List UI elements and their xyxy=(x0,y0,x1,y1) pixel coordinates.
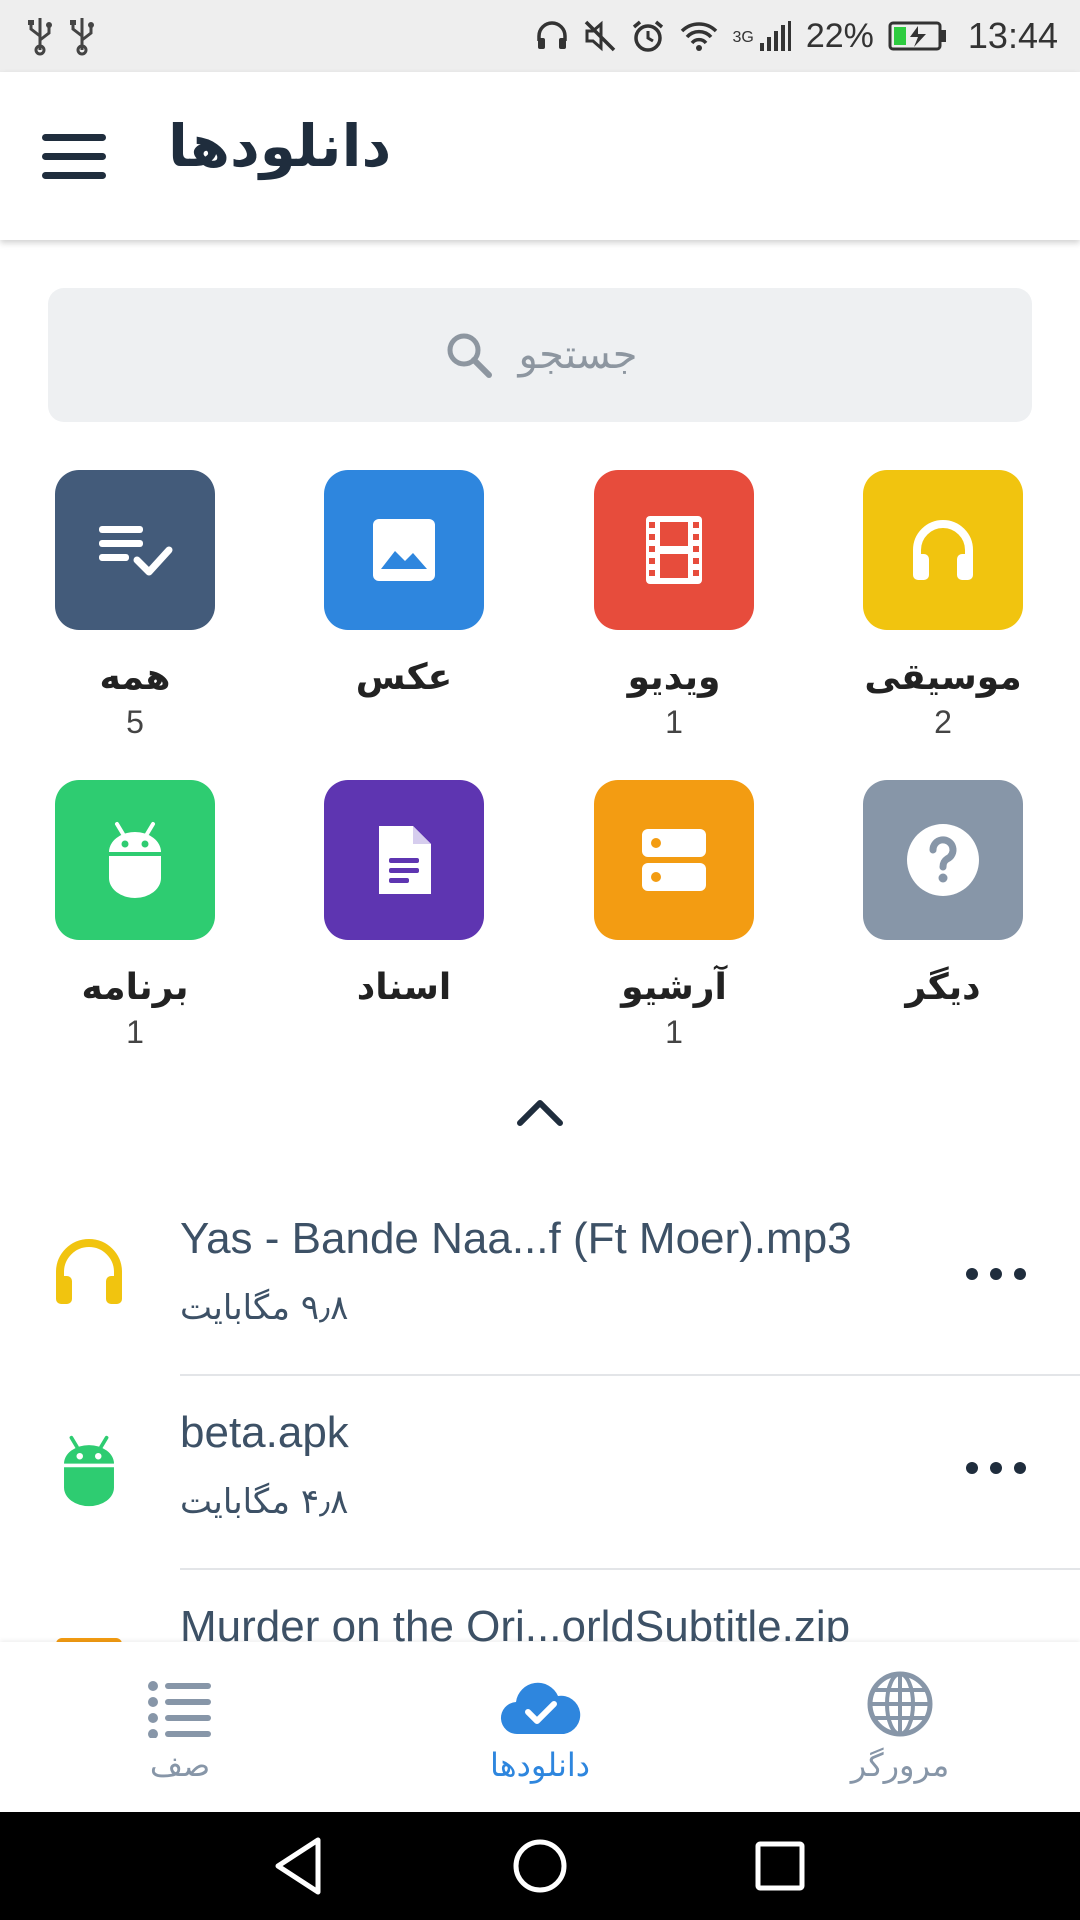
usb-icon xyxy=(28,18,52,56)
file-name: Yas - Bande Naa...f (Ft Moer).mp3 xyxy=(180,1214,852,1263)
nav-downloads[interactable]: دانلودها xyxy=(420,1642,660,1812)
collapse-categories-button[interactable] xyxy=(510,1090,570,1134)
category-tile[interactable] xyxy=(55,780,215,940)
archive-icon xyxy=(642,829,706,891)
alarm-icon xyxy=(632,20,663,52)
system-navigation-bar xyxy=(0,1812,1080,1920)
home-icon[interactable] xyxy=(508,1834,572,1898)
category-label: همه xyxy=(99,657,171,698)
category-label: برنامه xyxy=(81,967,189,1008)
category-apps[interactable]: برنامه 1 xyxy=(35,780,235,1052)
category-count xyxy=(304,1014,504,1052)
globe-icon xyxy=(867,1671,933,1737)
category-count: 2 xyxy=(934,704,952,740)
more-options-button[interactable] xyxy=(966,1448,1026,1488)
category-all[interactable]: همه 5 xyxy=(35,470,235,742)
battery-charging-icon xyxy=(888,21,946,51)
more-icon xyxy=(966,1268,978,1280)
battery-percent: 22% xyxy=(805,16,874,55)
list-check-icon xyxy=(99,526,173,576)
list-icon xyxy=(148,1681,211,1738)
more-options-button[interactable] xyxy=(966,1254,1026,1294)
nav-queue[interactable]: صف xyxy=(60,1642,300,1812)
category-count: 1 xyxy=(665,704,683,740)
category-count xyxy=(304,704,504,742)
file-size: ۴٫۸ مگابایت xyxy=(180,1482,349,1522)
category-music[interactable]: موسیقی 2 xyxy=(843,470,1043,742)
category-tile[interactable] xyxy=(324,470,484,630)
headset-icon xyxy=(536,21,567,49)
chevron-up-icon xyxy=(517,1100,563,1126)
category-label: ویدیو xyxy=(627,657,721,698)
list-item[interactable]: Yas - Bande Naa...f (Ft Moer).mp3 ۹٫۸ مگ… xyxy=(0,1182,1080,1376)
nav-label: دانلودها xyxy=(489,1746,591,1784)
category-other[interactable]: دیگر xyxy=(843,780,1043,1052)
status-notifications xyxy=(26,16,96,56)
category-label: موسیقی xyxy=(864,657,1022,698)
hamburger-icon xyxy=(42,133,106,141)
category-count: 5 xyxy=(126,704,144,740)
category-tile[interactable] xyxy=(55,470,215,630)
recents-icon[interactable] xyxy=(748,1834,812,1898)
list-item[interactable]: beta.apk ۴٫۸ مگابایت xyxy=(0,1376,1080,1570)
category-video[interactable]: ویدیو 1 xyxy=(574,470,774,742)
signal-icon xyxy=(759,21,791,51)
category-count: 1 xyxy=(126,1014,144,1050)
nav-browser[interactable]: مرورگر xyxy=(780,1642,1020,1812)
headphones-icon xyxy=(56,1239,122,1304)
category-tile[interactable] xyxy=(594,470,754,630)
nav-label: صف xyxy=(149,1746,211,1784)
more-icon xyxy=(966,1462,978,1474)
category-tile[interactable] xyxy=(324,780,484,940)
cloud-check-icon xyxy=(500,1682,581,1735)
question-icon xyxy=(907,824,979,896)
page-title: دانلودها xyxy=(168,112,392,180)
bottom-navigation: مرورگر دانلودها صف xyxy=(0,1642,1080,1812)
status-system-icons: 3G 22% 13:44 xyxy=(535,15,1058,57)
category-tile[interactable] xyxy=(594,780,754,940)
search-placeholder: جستجو xyxy=(518,332,638,378)
category-count: 1 xyxy=(665,1014,683,1050)
search-icon xyxy=(447,333,492,378)
usb-icon xyxy=(70,18,94,56)
category-documents[interactable]: اسناد xyxy=(304,780,504,1052)
app-bar: دانلودها xyxy=(0,72,1080,240)
nav-label: مرورگر xyxy=(850,1746,950,1784)
menu-button[interactable] xyxy=(42,122,126,190)
clock: 13:44 xyxy=(967,15,1058,56)
search-input[interactable]: جستجو xyxy=(48,288,1032,422)
status-bar: 3G 22% 13:44 xyxy=(0,0,1080,72)
film-icon xyxy=(646,516,702,584)
file-name: beta.apk xyxy=(180,1408,349,1457)
category-tile[interactable] xyxy=(863,470,1023,630)
document-icon xyxy=(379,826,431,894)
mute-icon xyxy=(584,20,615,52)
category-count xyxy=(843,1014,1043,1052)
category-tile[interactable] xyxy=(863,780,1023,940)
category-image[interactable]: عکس xyxy=(304,470,504,742)
category-label: اسناد xyxy=(356,967,452,1008)
image-icon xyxy=(373,519,435,581)
category-label: دیگر xyxy=(905,967,981,1008)
wifi-icon xyxy=(680,22,717,51)
headphones-icon xyxy=(913,520,973,580)
back-icon[interactable] xyxy=(268,1834,332,1898)
category-label: عکس xyxy=(355,657,453,698)
category-label: آرشیو xyxy=(621,967,727,1008)
android-icon xyxy=(64,1435,114,1507)
file-size: ۹٫۸ مگابایت xyxy=(180,1288,349,1328)
network-type: 3G xyxy=(732,29,754,46)
android-icon xyxy=(109,822,161,898)
category-archive[interactable]: آرشیو 1 xyxy=(574,780,774,1052)
